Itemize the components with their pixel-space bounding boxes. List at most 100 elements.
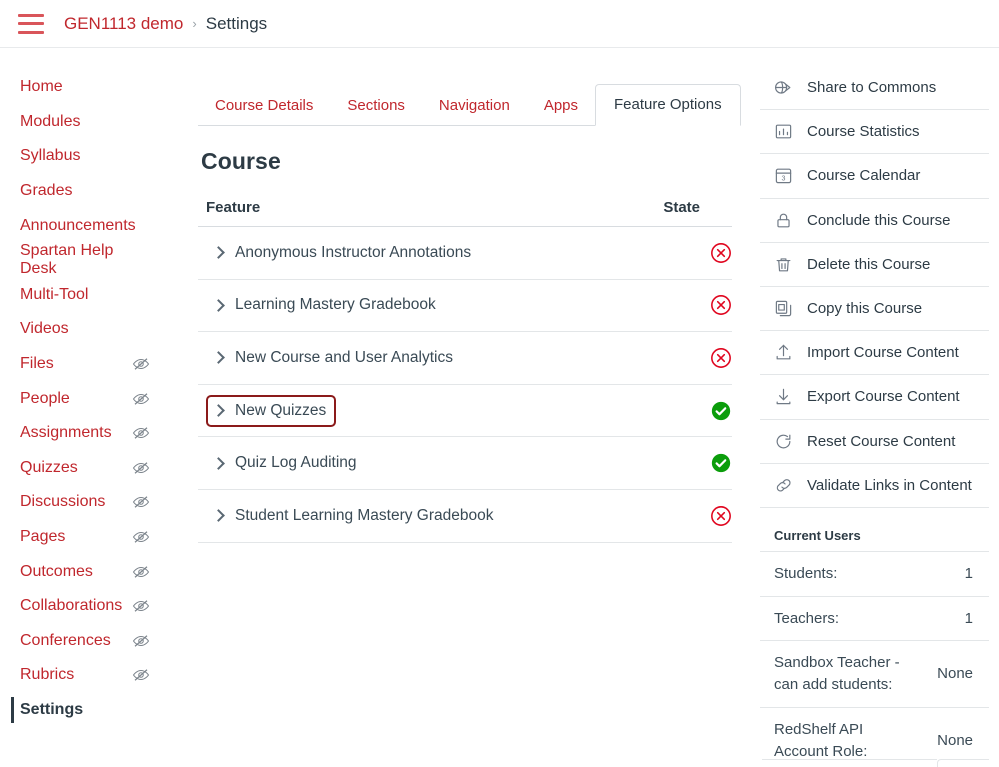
sidebar-item-grades[interactable]: Grades	[0, 174, 178, 209]
sidebar-item-syllabus[interactable]: Syllabus	[0, 139, 178, 174]
current-users-table: Students: 1 Teachers: 1 Sandbox Teacher - ca…	[760, 550, 989, 767]
tab-sections[interactable]: Sections	[330, 86, 422, 125]
sidebar-action-share-to-commons[interactable]: Share to Commons	[760, 66, 989, 111]
svg-text:3: 3	[782, 175, 786, 183]
sidebar-item-files[interactable]: Files	[0, 347, 178, 382]
sidebar-action-label: Delete this Course	[807, 255, 931, 273]
sidebar-item-videos[interactable]: Videos	[0, 312, 178, 347]
sidebar-item-settings[interactable]: Settings	[0, 693, 178, 728]
chevron-right-icon	[212, 246, 225, 260]
current-users-body: Students: 1 Teachers: 1 Sandbox Teacher - ca…	[760, 550, 989, 767]
commons-icon	[774, 78, 793, 97]
sidebar-item-label: Files	[20, 355, 54, 373]
feature-options-table: Feature State Anonymous Instructor Annot…	[198, 199, 732, 543]
current-users-value: 1	[923, 550, 989, 597]
feature-expand-toggle[interactable]: Learning Mastery Gradebook	[206, 289, 446, 321]
feature-state-cell	[624, 279, 732, 333]
current-users-label: Teachers:	[760, 595, 924, 641]
sidebar-action-conclude-this-course[interactable]: Conclude this Course	[760, 199, 989, 243]
sidebar-action-label: Validate Links in Content	[807, 476, 972, 494]
settings-tab-list: Course Details Sections Navigation Apps Feat…	[198, 84, 741, 126]
sidebar-item-quizzes[interactable]: Quizzes	[0, 451, 178, 486]
sidebar-item-discussions[interactable]: Discussions	[0, 485, 178, 520]
sidebar-item-announcements[interactable]: Announcements	[0, 208, 178, 243]
sidebar-item-people[interactable]: People	[0, 381, 178, 416]
circle-x-icon[interactable]	[710, 347, 732, 369]
breadcrumb-course-link[interactable]: GEN1113 demo	[64, 14, 183, 34]
sidebar-action-label: Copy this Course	[807, 300, 923, 318]
breadcrumb-separator-icon: ›	[192, 16, 197, 31]
sidebar-item-modules[interactable]: Modules	[0, 105, 178, 140]
feature-name: Learning Mastery Gradebook	[235, 296, 436, 314]
sidebar-item-label: Collaborations	[20, 597, 123, 615]
sidebar-action-course-calendar[interactable]: 3 Course Calendar	[760, 154, 989, 199]
circle-x-icon[interactable]	[710, 294, 732, 316]
sidebar-item-label: Outcomes	[20, 562, 93, 580]
feature-name: Anonymous Instructor Annotations	[235, 243, 472, 261]
export-download-icon	[774, 387, 793, 406]
circle-check-icon[interactable]	[710, 452, 732, 474]
hamburger-menu-icon[interactable]	[18, 13, 44, 34]
feature-expand-toggle[interactable]: New Course and User Analytics	[206, 342, 463, 374]
feature-name-wrapper: New Course and User Analytics	[198, 342, 625, 374]
main-content: Course Details Sections Navigation Apps Feat…	[178, 48, 760, 543]
sidebar-item-label: Spartan Help Desk	[20, 242, 114, 278]
sidebar-item-label: Home	[20, 78, 63, 96]
hamburger-line	[18, 30, 44, 34]
sidebar-item-home[interactable]: Home	[0, 70, 178, 105]
sidebar-action-course-statistics[interactable]: Course Statistics	[760, 110, 989, 155]
feature-expand-toggle[interactable]: New Quizzes	[206, 394, 337, 427]
feature-state-cell	[624, 331, 732, 385]
tab-feature-options[interactable]: Feature Options	[595, 84, 741, 126]
course-settings-sidebar: Share to Commons Course Statistics 3 Course…	[760, 48, 999, 767]
feature-expand-toggle[interactable]: Student Learning Mastery Gradebook	[206, 500, 504, 532]
sidebar-item-spartan-help-desk[interactable]: Spartan Help Desk	[0, 242, 178, 278]
tab-apps[interactable]: Apps	[527, 86, 595, 125]
feature-expand-toggle[interactable]: Quiz Log Auditing	[206, 447, 367, 479]
circle-x-icon[interactable]	[710, 505, 732, 527]
circle-check-icon[interactable]	[710, 400, 732, 422]
calendar-icon: 3	[774, 166, 793, 185]
circle-x-icon[interactable]	[710, 242, 732, 264]
feature-name-wrapper: New Quizzes	[198, 394, 625, 427]
sidebar-action-export-course-content[interactable]: Export Course Content	[760, 375, 989, 420]
sidebar-item-conferences[interactable]: Conferences	[0, 624, 178, 659]
eye-slash-icon	[132, 597, 150, 615]
sidebar-action-reset-course-content[interactable]: Reset Course Content	[760, 420, 989, 464]
eye-slash-icon	[132, 424, 150, 442]
sidebar-item-label: Settings	[20, 700, 84, 718]
sidebar-action-list: Share to Commons Course Statistics 3 Course…	[760, 66, 989, 508]
eye-slash-icon	[132, 355, 150, 373]
eye-slash-icon	[132, 459, 150, 477]
sidebar-item-multi-tool[interactable]: Multi-Tool	[0, 278, 178, 313]
feature-row: Learning Mastery Gradebook	[198, 279, 732, 333]
sidebar-action-label: Export Course Content	[807, 388, 960, 406]
feature-table-header-row: Feature State	[198, 199, 732, 227]
sidebar-item-label: Rubrics	[20, 666, 75, 684]
trash-icon	[774, 255, 793, 274]
sidebar-item-collaborations[interactable]: Collaborations	[0, 589, 178, 624]
sidebar-action-import-course-content[interactable]: Import Course Content	[760, 331, 989, 376]
sidebar-item-assignments[interactable]: Assignments	[0, 416, 178, 451]
sidebar-action-label: Course Statistics	[807, 123, 920, 141]
chevron-right-icon	[212, 404, 225, 417]
feature-expand-toggle[interactable]: Anonymous Instructor Annotations	[206, 237, 481, 269]
sidebar-action-delete-this-course[interactable]: Delete this Course	[760, 243, 989, 287]
sidebar-item-outcomes[interactable]: Outcomes	[0, 554, 178, 589]
sidebar-item-pages[interactable]: Pages	[0, 520, 178, 555]
page-section-title: Course	[201, 148, 281, 174]
current-users-label: Students:	[760, 550, 924, 597]
course-navigation-sidebar: Home Modules Syllabus Grades Announcements Sp…	[0, 48, 178, 727]
sidebar-item-rubrics[interactable]: Rubrics	[0, 658, 178, 693]
sidebar-action-validate-links-in-content[interactable]: Validate Links in Content	[760, 464, 989, 508]
sidebar-action-label: Import Course Content	[807, 344, 959, 362]
current-users-row: Sandbox Teacher - can add students: None	[760, 640, 989, 708]
feature-name: Quiz Log Auditing	[235, 454, 357, 472]
tab-navigation[interactable]: Navigation	[422, 86, 527, 125]
sidebar-item-label: Announcements	[20, 216, 136, 234]
hamburger-line	[18, 22, 44, 25]
eye-slash-icon	[132, 666, 150, 684]
sidebar-action-copy-this-course[interactable]: Copy this Course	[760, 287, 989, 332]
tab-course-details[interactable]: Course Details	[198, 86, 330, 125]
sidebar-item-label: Pages	[20, 528, 66, 546]
